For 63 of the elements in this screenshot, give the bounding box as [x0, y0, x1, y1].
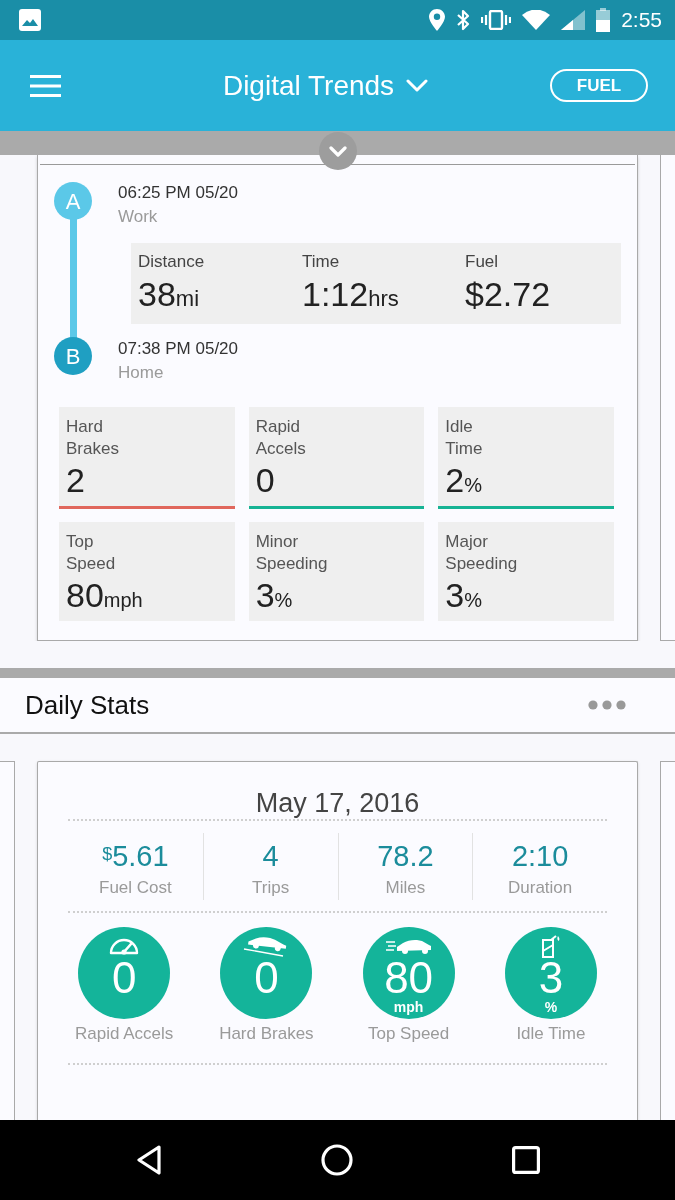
- location-pin-icon: [429, 9, 446, 31]
- total-label: Trips: [251, 877, 291, 899]
- end-time: 07:38 PM 05/20: [118, 338, 240, 360]
- home-icon[interactable]: [321, 1144, 353, 1176]
- signal-icon: [561, 10, 586, 30]
- car-icon: [385, 937, 432, 955]
- stat-label: Rapid Accels: [75, 1023, 174, 1045]
- event-value: 80mph: [66, 575, 144, 615]
- summary-value: $2.72: [465, 274, 552, 315]
- back-icon[interactable]: [136, 1145, 162, 1175]
- total-value: 4: [261, 839, 280, 873]
- bluetooth-icon: [456, 9, 471, 31]
- event-value: 2%: [445, 460, 484, 500]
- start-marker: A: [54, 182, 92, 220]
- event-label: Hard Brakes: [66, 416, 119, 460]
- chevron-down-icon: [329, 145, 347, 157]
- total-value: $^{$}$5.61: [101, 839, 170, 873]
- battery-icon: [596, 8, 611, 32]
- summary-label: Distance: [138, 251, 206, 273]
- event-value: 2: [66, 460, 86, 500]
- recents-icon[interactable]: [512, 1146, 540, 1174]
- summary-label: Time: [302, 251, 341, 273]
- stat-value: 0: [254, 956, 279, 1000]
- stat-label: Idle Time: [516, 1023, 586, 1045]
- total-value: 78.2: [376, 839, 435, 873]
- event-label: Minor Speeding: [255, 531, 328, 575]
- summary-value: 38mi: [138, 274, 201, 315]
- chevron-down-icon: [406, 79, 429, 92]
- event-label: Major Speeding: [445, 531, 518, 575]
- date-label: May 17, 2016: [254, 787, 421, 819]
- event-label: Idle Time: [445, 416, 483, 460]
- fuel-can-icon: [540, 934, 561, 958]
- summary-value: 1:12hrs: [302, 274, 400, 315]
- account-dropdown[interactable]: Digital Trends: [222, 64, 429, 107]
- gauge-icon: [109, 937, 140, 955]
- stat-value: 80: [384, 956, 434, 1000]
- total-label: Duration: [507, 877, 574, 899]
- event-label: Rapid Accels: [255, 416, 306, 460]
- wifi-icon: [522, 10, 551, 30]
- stat-unit: %: [544, 1000, 558, 1014]
- fuel-button[interactable]: FUEL: [550, 69, 648, 102]
- section-title: Daily Stats: [25, 688, 150, 722]
- event-label: Top Speed: [66, 531, 116, 575]
- stat-label: Hard Brakes: [219, 1023, 314, 1045]
- event-value: 3%: [255, 575, 294, 615]
- stat-label: Top Speed: [367, 1023, 450, 1045]
- end-marker: B: [54, 337, 92, 375]
- start-time: 06:25 PM 05/20: [118, 182, 240, 204]
- event-value: 0: [255, 460, 276, 500]
- summary-label: Fuel: [465, 251, 500, 273]
- total-value: 2:10: [510, 839, 570, 873]
- total-label: Fuel Cost: [98, 877, 173, 899]
- stat-value: 3: [538, 956, 564, 1000]
- image-icon: [19, 9, 41, 31]
- stat-unit: mph: [393, 1000, 424, 1014]
- clock-time: 2:55: [621, 8, 662, 32]
- vibrate-icon: [481, 10, 512, 30]
- stat-value: 0: [111, 956, 137, 1000]
- more-icon[interactable]: [588, 700, 626, 710]
- end-place: Home: [118, 362, 165, 384]
- event-value: 3%: [445, 575, 484, 615]
- total-label: Miles: [384, 877, 427, 899]
- start-place: Work: [118, 206, 159, 228]
